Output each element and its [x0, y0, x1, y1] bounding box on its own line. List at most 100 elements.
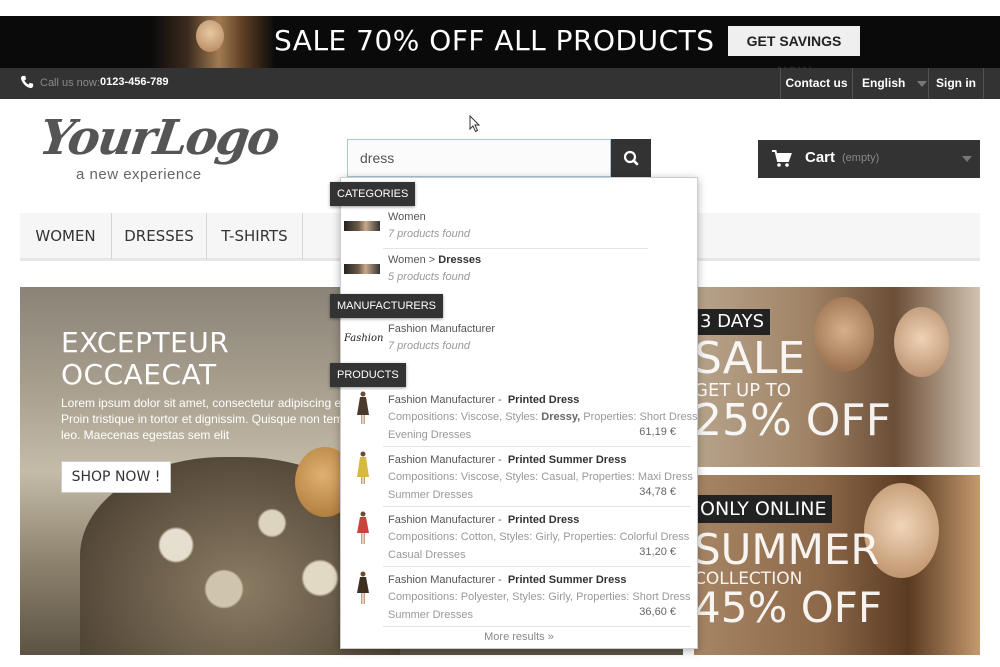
category-title: Women [388, 211, 426, 223]
shop-now-button[interactable]: SHOP NOW ! [61, 461, 171, 493]
product-category: Casual Dresses [388, 549, 466, 561]
category-path-prefix: Women > [388, 254, 439, 266]
attr-value: Colorful Dress [619, 531, 690, 543]
attr-value: Dressy, [541, 411, 581, 423]
promo-text: SALE 70% OFF ALL PRODUCTS [274, 24, 715, 57]
manufacturer-logo: Fashion [344, 333, 384, 344]
manufacturer-count: 7 products found [388, 340, 470, 352]
phone-icon [20, 75, 34, 89]
product-title: Fashion Manufacturer - Printed Dress [388, 394, 579, 406]
sign-in-label: Sign in [936, 76, 976, 90]
product-category: Evening Dresses [388, 429, 472, 441]
categories-section-label: CATEGORIES [330, 182, 416, 206]
banner-summer-collection[interactable]: ONLY ONLINE SUMMER COLLECTION 45% OFF [694, 475, 980, 655]
category-count: 7 products found [388, 228, 470, 240]
phone-number: 0123-456-789 [100, 76, 169, 88]
sign-in-link[interactable]: Sign in [928, 68, 984, 99]
chevron-down-icon [917, 80, 928, 87]
banner-man-face [814, 297, 874, 372]
product-maker: Fashion Manufacturer - [388, 454, 502, 466]
category-match: Dresses [438, 254, 482, 266]
banner2-line3: 45% OFF [694, 583, 883, 632]
banner1-tag: 3 DAYS [694, 309, 771, 335]
slider-title-line2: OCCAECAT [61, 358, 217, 391]
page: SALE 70% OFF ALL PRODUCTS GET SAVINGS NO… [0, 0, 1000, 667]
attr-value: Casual, [541, 471, 579, 483]
top-nav: Call us now: 0123-456-789 Contact us Eng… [0, 68, 1000, 99]
contact-us-link[interactable]: Contact us [780, 68, 852, 99]
category-thumbnail [344, 264, 380, 274]
product-maker: Fashion Manufacturer - [388, 394, 502, 406]
product-price: 61,19 € [639, 426, 676, 438]
slider-title-line1: EXCEPTEUR [61, 326, 230, 359]
attr-value: Short Dress [639, 411, 698, 423]
search-input[interactable] [347, 139, 611, 177]
promo-model-face [196, 20, 224, 52]
products-section-label: PRODUCTS [330, 363, 406, 387]
attr-label: Styles: [505, 411, 539, 423]
logo-tagline: a new experience [76, 166, 202, 183]
product-attributes: Compositions: Viscose, Styles: Dressy, P… [388, 411, 698, 423]
menu-item-women[interactable]: WOMEN [20, 213, 112, 259]
attr-value: Cotton, [460, 531, 497, 543]
product-category: Summer Dresses [388, 489, 473, 501]
cart-button[interactable]: Cart (empty) [758, 140, 980, 178]
attr-value: Girly, [535, 531, 561, 543]
chevron-down-icon [962, 156, 972, 162]
product-thumbnail-dress [357, 511, 369, 544]
search-button[interactable] [611, 139, 651, 177]
attr-value: Polyester, [460, 591, 510, 603]
banner2-line1: SUMMER [694, 525, 880, 574]
product-name: Printed Dress [507, 514, 580, 526]
attr-label: Compositions: [388, 411, 458, 423]
cart-label: Cart [805, 149, 836, 166]
menu-item-dresses[interactable]: DRESSES [112, 213, 207, 259]
attr-value: Maxi Dress [637, 471, 693, 483]
product-attributes: Compositions: Viscose, Styles: Casual, P… [388, 471, 693, 483]
mouse-cursor-icon [469, 115, 481, 133]
attr-value: Viscose, [460, 411, 503, 423]
more-results-link[interactable]: More results » [340, 631, 698, 643]
attr-label: Compositions: [388, 471, 458, 483]
attr-label: Styles: [505, 471, 539, 483]
product-maker: Fashion Manufacturer - [388, 574, 502, 586]
category-thumbnail [344, 221, 380, 231]
attr-label: Compositions: [388, 531, 458, 543]
menu-item-tshirts[interactable]: T-SHIRTS [207, 213, 303, 259]
product-name: Printed Dress [507, 394, 580, 406]
cart-status: (empty) [842, 152, 880, 164]
divider [383, 506, 691, 507]
promo-banner[interactable]: SALE 70% OFF ALL PRODUCTS GET SAVINGS NO… [0, 16, 1000, 79]
attr-value: Viscose, [460, 471, 503, 483]
attr-label: Compositions: [388, 591, 458, 603]
attr-label: Properties: [576, 591, 630, 603]
divider [383, 248, 648, 249]
product-attributes: Compositions: Cotton, Styles: Girly, Pro… [388, 531, 689, 543]
search-icon [623, 150, 639, 166]
manufacturer-title: Fashion Manufacturer [388, 323, 495, 335]
product-price: 31,20 € [639, 546, 676, 558]
banner-3days-sale[interactable]: 3 DAYS SALE GET UP TO 25% OFF [694, 287, 980, 467]
product-maker: Fashion Manufacturer - [388, 514, 502, 526]
contact-us-label: Contact us [785, 76, 848, 90]
divider [383, 626, 691, 627]
manufacturers-section-label: MANUFACTURERS [330, 294, 444, 318]
banner1-line3: 25% OFF [694, 395, 892, 446]
product-name: Printed Summer Dress [507, 454, 627, 466]
cart-icon [772, 150, 792, 167]
banner1-line1: SALE [694, 333, 806, 384]
attr-label: Styles: [512, 591, 546, 603]
product-thumbnail-dress [357, 451, 369, 484]
attr-label: Properties: [583, 411, 637, 423]
site-logo[interactable]: YourLogo [36, 110, 282, 166]
language-selector[interactable]: English [852, 68, 928, 99]
get-savings-button[interactable]: GET SAVINGS NOW [728, 26, 860, 79]
banner2-tag: ONLY ONLINE [694, 495, 833, 523]
product-title: Fashion Manufacturer - Printed Summer Dr… [388, 574, 626, 586]
product-thumbnail-dress [357, 391, 369, 424]
product-title: Fashion Manufacturer - Printed Dress [388, 514, 579, 526]
divider [383, 446, 691, 447]
slider-title: EXCEPTEUR OCCAECAT [61, 327, 229, 391]
call-us-label: Call us now: [40, 77, 100, 89]
product-title: Fashion Manufacturer - Printed Summer Dr… [388, 454, 626, 466]
